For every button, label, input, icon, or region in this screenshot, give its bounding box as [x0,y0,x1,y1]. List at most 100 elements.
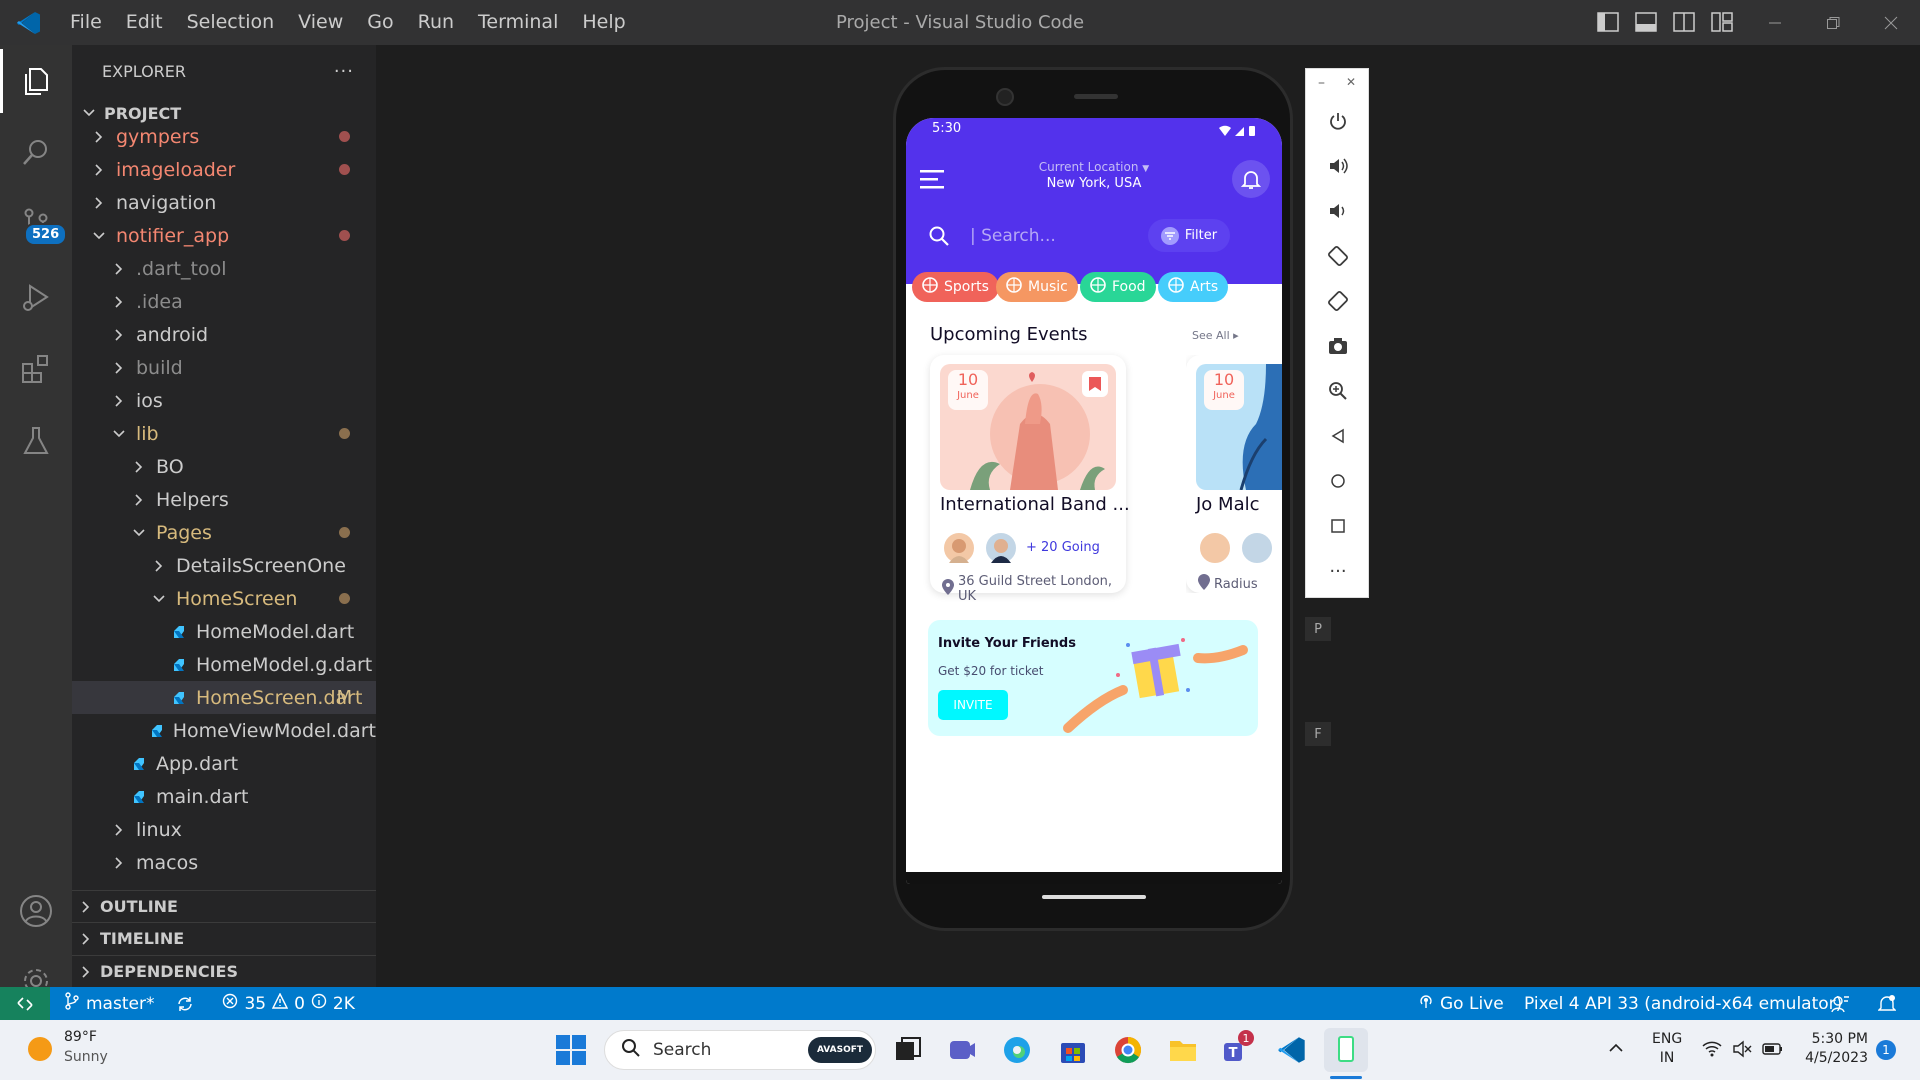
folder-item[interactable]: linux [72,813,376,846]
folder-item[interactable]: Pages [72,516,376,549]
avasoft-search-highlight[interactable]: AVASOFT [808,1037,872,1063]
folder-item[interactable]: notifier_app [72,219,376,252]
folder-item[interactable]: DetailsScreenOne [72,549,376,582]
rotate-left-icon[interactable] [1306,241,1370,271]
menu-help[interactable]: Help [570,0,637,45]
minimize-icon[interactable] [1746,0,1804,45]
file-item[interactable]: HomeModel.g.dart [72,648,376,681]
file-item[interactable]: HomeScreen.dart M [72,681,376,714]
toggle-secondary-sidebar-icon[interactable] [1672,10,1696,34]
file-explorer-icon[interactable] [1168,1035,1198,1065]
volume-down-icon[interactable] [1306,196,1370,226]
folder-item[interactable]: Helpers [72,483,376,516]
remote-indicator-icon[interactable] [0,987,50,1020]
location-selector[interactable]: Current Location ▼ New York, USA [906,160,1282,191]
chrome-icon[interactable] [1113,1035,1143,1065]
menu-file[interactable]: File [58,0,114,45]
invite-button[interactable]: INVITE [938,690,1008,720]
accounts-icon[interactable] [0,879,72,943]
menu-go[interactable]: Go [355,0,405,45]
menu-view[interactable]: View [286,0,355,45]
category-chip-arts[interactable]: Arts [1158,272,1229,302]
feedback-icon[interactable] [1830,994,1850,1019]
notification-bell-icon[interactable] [1232,160,1270,198]
emulator-minimize-icon[interactable]: – [1318,75,1325,91]
folder-item[interactable]: macos [72,846,376,879]
customize-layout-icon[interactable] [1710,10,1734,34]
folder-item[interactable]: .idea [72,285,376,318]
file-item[interactable]: App.dart [72,747,376,780]
bookmark-icon[interactable] [1082,371,1108,397]
timeline-section[interactable]: TIMELINE [72,922,376,954]
emulator-taskbar-button[interactable] [1324,1028,1368,1072]
folder-item[interactable]: android [72,318,376,351]
emulator-close-icon[interactable]: ✕ [1346,75,1356,89]
category-chip-food[interactable]: Food [1080,272,1156,302]
overview-square-icon[interactable] [1306,511,1370,541]
start-windows-icon[interactable] [556,1035,586,1069]
file-item[interactable]: HomeViewModel.dart [72,714,376,747]
more-options-icon[interactable]: ··· [1306,556,1370,586]
more-actions-icon[interactable]: ··· [334,61,354,82]
volume-up-icon[interactable] [1306,151,1370,181]
power-icon[interactable] [1306,106,1370,136]
filter-button[interactable]: Filter [1148,219,1230,252]
event-card[interactable]: 10 June International Band ... + 20 Goin… [930,355,1130,604]
folder-item[interactable]: navigation [72,186,376,219]
testing-icon[interactable] [0,409,72,473]
category-chip-music[interactable]: Music [996,272,1078,302]
folder-item[interactable]: lib [72,417,376,450]
menu-edit[interactable]: Edit [114,0,175,45]
rotate-right-icon[interactable] [1306,286,1370,316]
search-icon[interactable] [0,121,72,185]
toggle-panel-icon[interactable] [1634,10,1658,34]
wifi-icon[interactable] [1702,1040,1722,1062]
dependencies-section[interactable]: DEPENDENCIES [72,955,376,987]
sync-icon[interactable] [176,995,194,1013]
folder-item[interactable]: HomeScreen [72,582,376,615]
event-card[interactable]: 10 June Jo Malc Radius [1186,355,1282,593]
clock[interactable]: 5:30 PM 4/5/2023 [1804,1030,1868,1068]
home-gesture-bar[interactable] [1042,895,1146,899]
weather-sun-icon[interactable] [28,1037,52,1061]
file-item[interactable]: HomeModel.dart [72,615,376,648]
menu-terminal[interactable]: Terminal [466,0,570,45]
notification-center-badge[interactable]: 1 [1876,1040,1896,1060]
battery-icon[interactable] [1762,1041,1784,1061]
close-icon[interactable] [1862,0,1920,45]
language-indicator[interactable]: ENG IN [1652,1030,1682,1068]
back-icon[interactable] [1306,421,1370,451]
explorer-icon[interactable] [0,49,72,113]
task-view-icon[interactable] [894,1036,922,1064]
see-all-link[interactable]: See All ▸ [1192,329,1239,342]
folder-item[interactable]: ios [72,384,376,417]
search-input[interactable]: | Search... [970,226,1056,246]
category-chip-sports[interactable]: Sports [912,272,999,302]
notifications-bell-icon[interactable] [1877,994,1897,1019]
show-hidden-icons-chevron-icon[interactable] [1608,1040,1624,1060]
outline-section[interactable]: OUTLINE [72,890,376,922]
branch-indicator[interactable]: master* [64,992,154,1015]
screenshot-camera-icon[interactable] [1306,331,1370,361]
extensions-icon[interactable] [0,337,72,401]
folder-item[interactable]: gympers [72,126,376,153]
edge-browser-icon[interactable] [1002,1035,1032,1065]
zoom-icon[interactable] [1306,376,1370,406]
home-circle-icon[interactable] [1306,466,1370,496]
volume-muted-icon[interactable] [1732,1040,1752,1062]
menu-run[interactable]: Run [406,0,466,45]
device-selector[interactable]: Pixel 4 API 33 (android-x64 emulator) [1524,994,1842,1014]
run-debug-icon[interactable] [0,265,72,329]
restore-icon[interactable] [1804,0,1862,45]
folder-item[interactable]: BO [72,450,376,483]
folder-item[interactable]: build [72,351,376,384]
folder-item[interactable]: .dart_tool [72,252,376,285]
vscode-taskbar-icon[interactable] [1277,1035,1307,1065]
toggle-primary-sidebar-icon[interactable] [1596,10,1620,34]
file-item[interactable]: main.dart [72,780,376,813]
folder-item[interactable]: imageloader [72,153,376,186]
problems-indicator[interactable]: 35 0 2K [222,992,355,1014]
teams-chat-icon[interactable] [948,1036,976,1064]
menu-selection[interactable]: Selection [175,0,287,45]
project-section-header[interactable]: PROJECT [72,101,181,125]
